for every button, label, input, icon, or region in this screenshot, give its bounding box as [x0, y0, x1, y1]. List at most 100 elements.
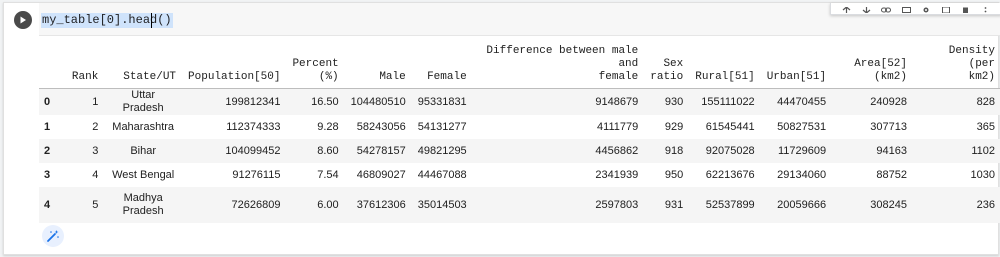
table-cell: 240928: [870, 95, 907, 108]
column-header: Rural[51]: [689, 41, 761, 89]
cell-output: Rank State/UT Population[50] Percent (%)…: [39, 41, 1000, 223]
table-cell: Uttar Pradesh: [122, 89, 164, 114]
table-cell: 37612306: [356, 198, 406, 211]
column-header: Difference between male and female: [472, 41, 645, 89]
table-cell: Bihar: [130, 144, 157, 157]
table-cell: 92075028: [705, 144, 755, 157]
table-cell: 7.54: [317, 168, 339, 181]
table-cell: 2: [92, 120, 99, 133]
table-cell: 16.50: [311, 95, 339, 108]
table-cell: 930: [664, 95, 684, 108]
column-header: Rank: [62, 41, 105, 89]
table-cell: 3: [92, 144, 99, 157]
table-cell: 8.60: [317, 144, 339, 157]
table-cell: 918: [664, 144, 684, 157]
table-cell: 72626809: [231, 198, 281, 211]
table-cell: 5: [92, 198, 99, 211]
magic-wand-icon: [47, 230, 59, 242]
column-header: Percent (%): [286, 41, 345, 89]
table-cell: 828: [976, 95, 995, 108]
table-cell: 112374333: [226, 120, 281, 133]
column-header: Urban[51]: [760, 41, 833, 89]
cell-toolbar: [830, 3, 1000, 15]
column-header: Sex ratio: [644, 41, 690, 89]
arrow-up-icon[interactable]: [842, 4, 852, 13]
table-cell: 95331831: [417, 95, 467, 108]
table-cell: 54131277: [417, 120, 467, 133]
table-cell: 929: [664, 120, 684, 133]
table-cell: 54278157: [356, 144, 406, 157]
table-cell: 307713: [870, 120, 907, 133]
table-cell: 4: [92, 168, 99, 181]
table-cell: 104480510: [350, 95, 406, 108]
link-icon[interactable]: [881, 4, 892, 13]
play-icon: [20, 16, 26, 24]
column-header: Male: [344, 41, 412, 89]
row-index: 2: [44, 144, 51, 157]
table-cell: 94163: [876, 144, 907, 157]
column-header: Density (per km2): [913, 41, 1000, 89]
settings-icon[interactable]: [921, 4, 931, 13]
table-cell: 155111022: [701, 95, 755, 108]
table-cell: 11729609: [777, 144, 827, 157]
table-cell: 44467088: [417, 168, 467, 181]
table-cell: 199812341: [225, 95, 281, 108]
row-index: 0: [44, 95, 51, 108]
table-cell: 365: [976, 120, 995, 133]
table-cell: 2597803: [595, 198, 639, 211]
table-cell: 46809027: [356, 168, 406, 181]
table-cell: 6.00: [317, 198, 339, 211]
table-cell: West Bengal: [112, 168, 175, 181]
text-cursor: [151, 13, 152, 28]
table-cell: 88752: [876, 168, 907, 181]
table-cell: 35014503: [417, 198, 467, 211]
table-cell: 1102: [971, 144, 995, 157]
code-text[interactable]: my_table[0].head(): [41, 13, 173, 28]
table-cell: 950: [664, 168, 684, 181]
table-cell: 50827531: [777, 120, 827, 133]
comment-icon[interactable]: [901, 4, 911, 13]
table-cell: 9.28: [317, 120, 339, 133]
table-cell: 236: [976, 198, 995, 211]
delete-icon[interactable]: [960, 4, 970, 13]
table-cell: 62213676: [705, 168, 755, 181]
mirror-icon[interactable]: [941, 4, 951, 13]
column-header: Population[50]: [182, 41, 287, 89]
table-cell: 104099452: [225, 144, 281, 157]
column-header: Female: [411, 41, 473, 89]
row-index: 4: [44, 198, 51, 211]
table-row: 1 2 Maharashtra 112374333 9.28 58243056 …: [39, 115, 1000, 139]
magic-suggest-button[interactable]: [42, 225, 64, 247]
table-cell: 49821295: [417, 144, 467, 157]
code-cell[interactable]: my_table[0].head() Rank State/UT Populat…: [3, 2, 1000, 255]
table-cell: 9148679: [595, 95, 639, 108]
table-cell: 931: [664, 198, 684, 211]
table-cell: 1030: [970, 168, 995, 181]
dataframe-table: Rank State/UT Population[50] Percent (%)…: [39, 41, 1000, 223]
table-cell: 4111779: [597, 120, 639, 133]
table-cell: 44470455: [777, 95, 827, 108]
table-cell: 91276115: [232, 168, 281, 181]
table-row: 4 5 Madhya Pradesh 72626809 6.00 3761230…: [39, 187, 1000, 223]
table-cell: 58243056: [356, 120, 406, 133]
table-cell: 52537899: [705, 198, 755, 211]
table-cell: 20059666: [777, 198, 827, 211]
column-header-index: [39, 41, 63, 89]
row-index: 1: [44, 120, 51, 133]
table-cell: 4456862: [595, 144, 639, 157]
column-header: Area[52] (km2): [832, 41, 913, 89]
column-header: State/UT: [104, 41, 183, 89]
table-cell: 1: [92, 95, 99, 108]
more-icon[interactable]: [980, 4, 990, 13]
table-cell: Maharashtra: [112, 120, 175, 133]
arrow-down-icon[interactable]: [862, 4, 872, 13]
table-cell: 308245: [870, 198, 907, 211]
table-row: 2 3 Bihar 104099452 8.60 54278157 498212…: [39, 139, 1000, 163]
table-cell: 2341939: [595, 168, 639, 181]
row-index: 3: [44, 168, 51, 181]
table-cell: 61545441: [705, 120, 755, 133]
table-cell: 29134060: [777, 168, 827, 181]
run-cell-button[interactable]: [14, 11, 32, 29]
table-cell: Madhya Pradesh: [122, 192, 164, 217]
table-row: 0 1 Uttar Pradesh 199812341 16.50 104480…: [39, 88, 1000, 115]
